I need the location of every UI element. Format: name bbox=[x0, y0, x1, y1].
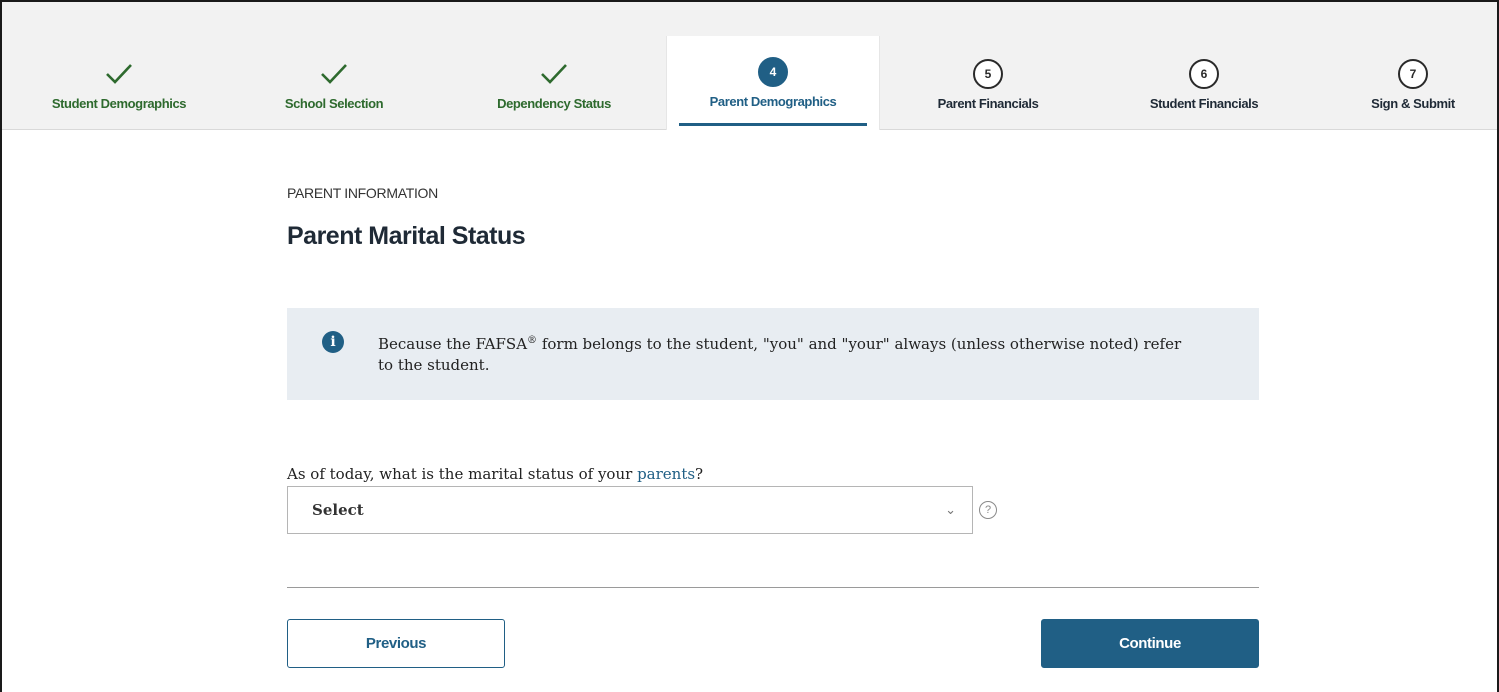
step-parent-demographics[interactable]: 4 Parent Demographics bbox=[666, 36, 880, 130]
alert-message: Because the FAFSA® form belongs to the s… bbox=[378, 335, 1182, 374]
info-icon: i bbox=[322, 331, 344, 353]
continue-button[interactable]: Continue bbox=[1041, 619, 1259, 668]
info-alert: i Because the FAFSA® form belongs to the… bbox=[287, 308, 1259, 400]
step-label: Sign & Submit bbox=[1371, 96, 1455, 111]
parents-definition-link[interactable]: parents bbox=[637, 465, 695, 483]
step-student-demographics[interactable]: Student Demographics bbox=[24, 2, 214, 130]
step-number-badge: 6 bbox=[1189, 59, 1219, 89]
step-school-selection[interactable]: School Selection bbox=[244, 2, 424, 130]
divider bbox=[287, 587, 1259, 588]
step-label: Student Financials bbox=[1149, 96, 1259, 111]
previous-button[interactable]: Previous bbox=[287, 619, 505, 668]
step-number-badge: 5 bbox=[973, 59, 1003, 89]
marital-status-select[interactable]: Select ⌄ bbox=[287, 486, 973, 534]
check-icon bbox=[321, 64, 347, 84]
step-student-financials[interactable]: 6 Student Financials bbox=[1114, 2, 1294, 130]
help-icon[interactable]: ? bbox=[979, 501, 997, 519]
step-parent-financials[interactable]: 5 Parent Financials bbox=[898, 2, 1078, 130]
step-sign-submit[interactable]: 7 Sign & Submit bbox=[1348, 2, 1478, 130]
step-number-badge: 4 bbox=[758, 57, 788, 87]
step-dependency-status[interactable]: Dependency Status bbox=[464, 2, 644, 130]
fafsa-form-window: Student Demographics School Selection De… bbox=[0, 0, 1499, 692]
page-title: Parent Marital Status bbox=[287, 222, 526, 250]
section-label: PARENT INFORMATION bbox=[287, 185, 438, 201]
step-label: Parent Demographics bbox=[709, 94, 837, 109]
step-label: Parent Financials bbox=[937, 96, 1039, 111]
check-icon bbox=[106, 64, 132, 84]
check-icon bbox=[541, 64, 567, 84]
step-number-badge: 7 bbox=[1398, 59, 1428, 89]
step-navigation: Student Demographics School Selection De… bbox=[2, 2, 1497, 130]
chevron-down-icon: ⌄ bbox=[945, 502, 956, 517]
marital-status-question: As of today, what is the marital status … bbox=[287, 465, 704, 483]
active-step-underline bbox=[679, 123, 867, 126]
select-value: Select bbox=[312, 501, 364, 519]
step-label: School Selection bbox=[284, 96, 384, 111]
step-label: Student Demographics bbox=[51, 96, 187, 111]
step-label: Dependency Status bbox=[497, 96, 611, 111]
